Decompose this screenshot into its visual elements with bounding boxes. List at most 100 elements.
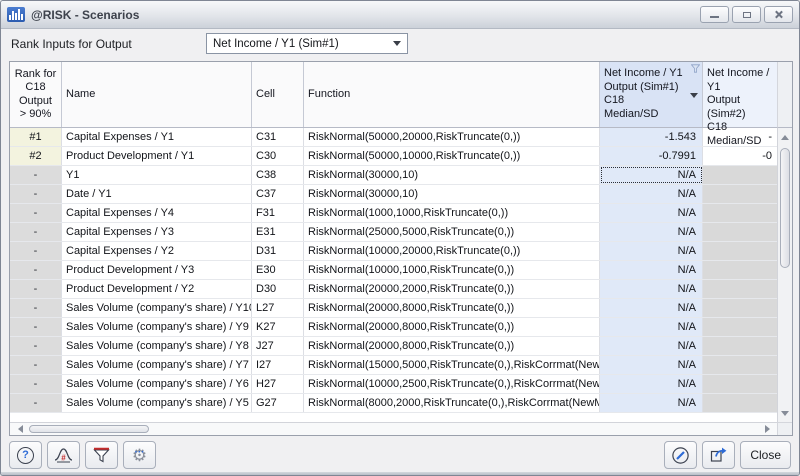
cell-sim1[interactable]: N/A	[600, 375, 703, 393]
table-row[interactable]: -Sales Volume (company's share) / Y8J27R…	[10, 337, 777, 356]
cell-name[interactable]: Sales Volume (company's share) / Y10	[62, 299, 252, 317]
cell-name[interactable]: Product Development / Y3	[62, 261, 252, 279]
titlebar[interactable]: @RISK - Scenarios	[1, 1, 799, 29]
cell-rank[interactable]: -	[10, 375, 62, 393]
table-row[interactable]: -Capital Expenses / Y2D31RiskNormal(1000…	[10, 242, 777, 261]
cell-function[interactable]: RiskNormal(20000,2000,RiskTruncate(0,))	[304, 280, 600, 298]
cell-ref[interactable]: J27	[252, 337, 304, 355]
scroll-up-button[interactable]	[778, 130, 792, 144]
cell-name[interactable]: Capital Expenses / Y4	[62, 204, 252, 222]
cell-ref[interactable]: G27	[252, 394, 304, 412]
cell-function[interactable]: RiskNormal(10000,1000,RiskTruncate(0,))	[304, 261, 600, 279]
cell-rank[interactable]: #1	[10, 128, 62, 146]
table-row[interactable]: -Capital Expenses / Y3E31RiskNormal(2500…	[10, 223, 777, 242]
cell-function[interactable]: RiskNormal(8000,2000,RiskTruncate(0,),Ri…	[304, 394, 600, 412]
cell-sim2[interactable]	[703, 299, 777, 317]
cell-name[interactable]: Capital Expenses / Y3	[62, 223, 252, 241]
cell-sim1[interactable]: -0.7991	[600, 147, 703, 165]
cell-function[interactable]: RiskNormal(10000,20000,RiskTruncate(0,))	[304, 242, 600, 260]
cell-ref[interactable]: E30	[252, 261, 304, 279]
export-button[interactable]	[702, 441, 735, 469]
cell-sim1[interactable]: N/A	[600, 280, 703, 298]
cell-rank[interactable]: -	[10, 185, 62, 203]
cell-sim1[interactable]: N/A	[600, 337, 703, 355]
cell-sim2[interactable]	[703, 261, 777, 279]
cell-ref[interactable]: C30	[252, 147, 304, 165]
cell-ref[interactable]: D31	[252, 242, 304, 260]
cell-sim2[interactable]	[703, 394, 777, 412]
close-window-button[interactable]	[764, 6, 793, 23]
settings-button[interactable]: ⚙ ···	[123, 441, 156, 469]
cell-ref[interactable]: L27	[252, 299, 304, 317]
cell-function[interactable]: RiskNormal(25000,5000,RiskTruncate(0,))	[304, 223, 600, 241]
cell-rank[interactable]: -	[10, 280, 62, 298]
cell-function[interactable]: RiskNormal(20000,8000,RiskTruncate(0,))	[304, 299, 600, 317]
cell-rank[interactable]: -	[10, 337, 62, 355]
cell-function[interactable]: RiskNormal(20000,8000,RiskTruncate(0,))	[304, 318, 600, 336]
cell-sim1[interactable]: N/A	[600, 356, 703, 374]
cell-sim2[interactable]	[703, 223, 777, 241]
cell-function[interactable]: RiskNormal(15000,5000,RiskTruncate(0,),R…	[304, 356, 600, 374]
cell-ref[interactable]: E31	[252, 223, 304, 241]
table-row[interactable]: -Sales Volume (company's share) / Y7I27R…	[10, 356, 777, 375]
cell-rank[interactable]: -	[10, 394, 62, 412]
table-row[interactable]: -Product Development / Y2D30RiskNormal(2…	[10, 280, 777, 299]
scroll-left-button[interactable]	[13, 423, 27, 435]
cell-sim2[interactable]	[703, 356, 777, 374]
cell-name[interactable]: Capital Expenses / Y2	[62, 242, 252, 260]
cell-sim1[interactable]: N/A	[600, 242, 703, 260]
cell-ref[interactable]: F31	[252, 204, 304, 222]
cell-sim1[interactable]: N/A	[600, 299, 703, 317]
cell-rank[interactable]: -	[10, 318, 62, 336]
cell-ref[interactable]: I27	[252, 356, 304, 374]
cell-sim1[interactable]: N/A	[600, 261, 703, 279]
cell-sim2[interactable]: -0	[703, 147, 777, 165]
header-name[interactable]: Name	[62, 62, 252, 127]
cell-sim1[interactable]: N/A	[600, 204, 703, 222]
maximize-button[interactable]	[732, 6, 761, 23]
cell-sim2[interactable]	[703, 375, 777, 393]
cell-name[interactable]: Sales Volume (company's share) / Y9	[62, 318, 252, 336]
header-sim1[interactable]: Net Income / Y1 Output (Sim#1) C18 Media…	[600, 62, 703, 127]
cell-sim1[interactable]: N/A	[600, 394, 703, 412]
scroll-right-button[interactable]	[760, 423, 774, 435]
scroll-down-button[interactable]	[778, 406, 792, 420]
chevron-down-icon[interactable]	[393, 41, 401, 46]
minimize-button[interactable]	[700, 6, 729, 23]
cell-rank[interactable]: -	[10, 204, 62, 222]
cell-sim1[interactable]: N/A	[600, 166, 703, 184]
cell-sim2[interactable]	[703, 166, 777, 184]
cell-ref[interactable]: C38	[252, 166, 304, 184]
close-button[interactable]: Close	[740, 441, 791, 469]
column-dropdown-icon[interactable]	[690, 93, 698, 98]
cell-sim2[interactable]	[703, 318, 777, 336]
header-function[interactable]: Function	[304, 62, 600, 127]
cell-rank[interactable]: -	[10, 166, 62, 184]
cell-rank[interactable]: -	[10, 242, 62, 260]
cell-function[interactable]: RiskNormal(10000,2500,RiskTruncate(0,),R…	[304, 375, 600, 393]
cell-sim2[interactable]	[703, 280, 777, 298]
cell-name[interactable]: Sales Volume (company's share) / Y7	[62, 356, 252, 374]
horizontal-scrollbar[interactable]	[10, 422, 777, 435]
cell-ref[interactable]: C31	[252, 128, 304, 146]
cell-name[interactable]: Capital Expenses / Y1	[62, 128, 252, 146]
table-row[interactable]: -Sales Volume (company's share) / Y5G27R…	[10, 394, 777, 413]
cell-rank[interactable]: #2	[10, 147, 62, 165]
filter-icon[interactable]	[691, 64, 700, 73]
cell-rank[interactable]: -	[10, 223, 62, 241]
table-row[interactable]: #2Product Development / Y1C30RiskNormal(…	[10, 147, 777, 166]
output-selector[interactable]: Net Income / Y1 (Sim#1)	[206, 33, 408, 54]
cell-function[interactable]: RiskNormal(50000,20000,RiskTruncate(0,))	[304, 128, 600, 146]
header-rank[interactable]: Rank for C18 Output > 90%	[10, 62, 62, 127]
cell-sim1[interactable]: -1.543	[600, 128, 703, 146]
cell-sim1[interactable]: N/A	[600, 223, 703, 241]
cell-name[interactable]: Sales Volume (company's share) / Y5	[62, 394, 252, 412]
cell-sim2[interactable]	[703, 337, 777, 355]
cell-function[interactable]: RiskNormal(50000,10000,RiskTruncate(0,))	[304, 147, 600, 165]
distribution-button[interactable]: #	[47, 441, 80, 469]
table-row[interactable]: -Date / Y1C37RiskNormal(30000,10)N/A	[10, 185, 777, 204]
cell-name[interactable]: Sales Volume (company's share) / Y6	[62, 375, 252, 393]
cell-function[interactable]: RiskNormal(20000,8000,RiskTruncate(0,))	[304, 337, 600, 355]
vertical-scrollbar[interactable]	[777, 128, 792, 422]
cell-rank[interactable]: -	[10, 356, 62, 374]
